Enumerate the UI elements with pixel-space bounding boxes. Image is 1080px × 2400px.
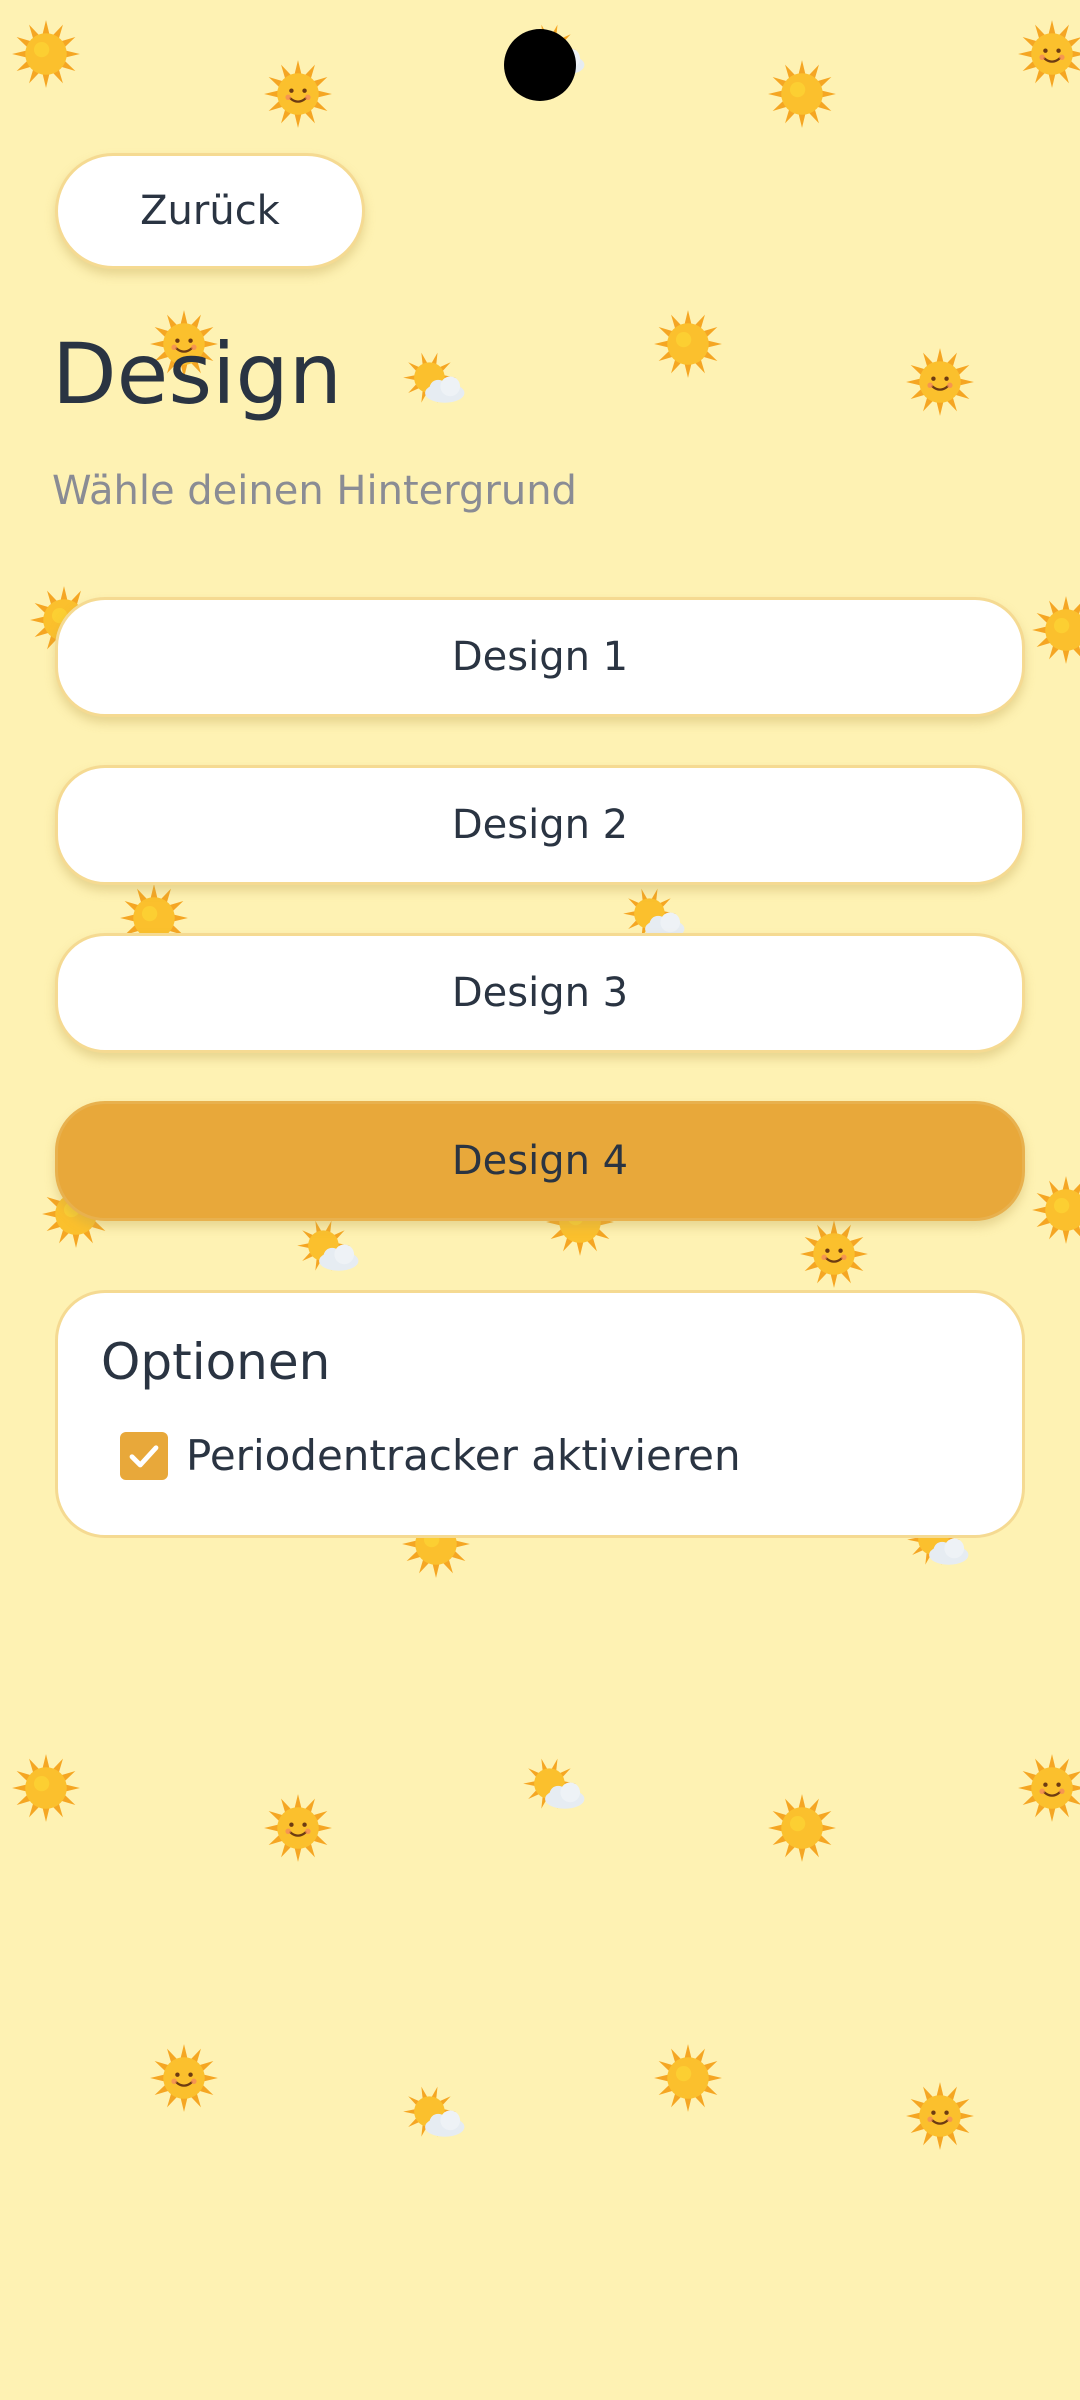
sun-behind-cloud-icon <box>295 1215 365 1285</box>
sun-icon <box>11 1753 81 1823</box>
smiling-sun-icon <box>1017 19 1080 89</box>
checkmark-icon <box>129 1444 159 1467</box>
period-tracker-toggle[interactable]: Periodentracker aktivieren <box>120 1431 741 1480</box>
options-title: Optionen <box>101 1333 331 1391</box>
smiling-sun-icon <box>149 2043 219 2113</box>
period-tracker-label: Periodentracker aktivieren <box>186 1431 741 1480</box>
sun-icon <box>1031 1175 1080 1245</box>
smiling-sun-icon <box>905 2081 975 2151</box>
period-tracker-checkbox[interactable] <box>120 1431 168 1480</box>
sun-icon <box>653 309 723 379</box>
sun-icon <box>11 19 81 89</box>
options-card: Optionen Periodentracker aktivieren <box>55 1290 1025 1538</box>
smiling-sun-icon <box>905 347 975 417</box>
design-option-2[interactable]: Design 2 <box>55 765 1025 885</box>
smiling-sun-icon <box>799 1219 869 1289</box>
back-button[interactable]: Zurück <box>55 153 365 269</box>
camera-cutout <box>504 29 576 101</box>
sun-icon <box>653 2043 723 2113</box>
design-option-3[interactable]: Design 3 <box>55 933 1025 1053</box>
sun-behind-cloud-icon <box>521 1753 591 1823</box>
smiling-sun-icon <box>263 1793 333 1863</box>
page-title: Design <box>52 325 343 423</box>
sun-icon <box>767 59 837 129</box>
design-option-4[interactable]: Design 4 <box>55 1101 1025 1221</box>
smiling-sun-icon <box>1017 1753 1080 1823</box>
sun-behind-cloud-icon <box>401 347 471 417</box>
sun-behind-cloud-icon <box>401 2081 471 2151</box>
sun-icon <box>767 1793 837 1863</box>
design-option-1[interactable]: Design 1 <box>55 597 1025 717</box>
smiling-sun-icon <box>263 59 333 129</box>
page-subtitle: Wähle deinen Hintergrund <box>52 468 577 514</box>
sun-icon <box>1031 595 1080 665</box>
